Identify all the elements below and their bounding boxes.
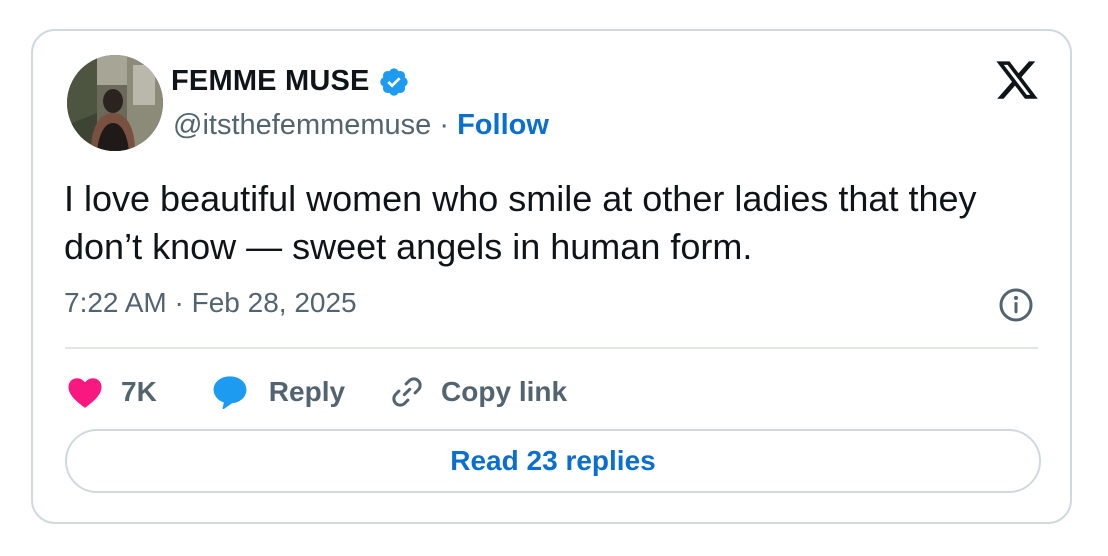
- x-logo-icon[interactable]: [994, 57, 1040, 103]
- handle-separator: ·: [439, 109, 458, 141]
- verified-badge-icon: [378, 66, 410, 98]
- avatar-image: [67, 55, 163, 151]
- author-handle-row: @itsthefemmemuse · Follow: [173, 109, 549, 142]
- reply-button[interactable]: Reply: [211, 374, 345, 410]
- divider: [65, 347, 1038, 349]
- read-replies-button[interactable]: Read 23 replies: [65, 429, 1041, 493]
- like-count: 7K: [121, 376, 157, 407]
- link-icon: [389, 374, 425, 410]
- reply-label: Reply: [268, 376, 346, 407]
- avatar[interactable]: [67, 55, 163, 151]
- copy-link-button[interactable]: Copy link: [389, 374, 567, 410]
- tweet-text: I love beautiful women who smile at othe…: [64, 178, 977, 267]
- like-button[interactable]: 7K: [67, 375, 157, 409]
- follow-button[interactable]: Follow: [457, 109, 549, 141]
- tweet-actions: 7K Reply Copy link: [67, 370, 567, 414]
- author-handle[interactable]: @itsthefemmemuse: [173, 109, 431, 141]
- reply-bubble-icon: [211, 374, 249, 410]
- read-replies-label: Read 23 replies: [450, 445, 656, 476]
- info-icon[interactable]: [998, 287, 1034, 323]
- author-name[interactable]: FEMME MUSE: [171, 65, 370, 98]
- author-name-row: FEMME MUSE: [171, 65, 410, 98]
- copy-link-label: Copy link: [441, 376, 568, 407]
- tweet-card: FEMME MUSE @itsthefemmemuse · Follow I l…: [31, 29, 1072, 524]
- tweet-timestamp[interactable]: 7:22 AM · Feb 28, 2025: [64, 287, 357, 319]
- heart-icon: [67, 375, 103, 409]
